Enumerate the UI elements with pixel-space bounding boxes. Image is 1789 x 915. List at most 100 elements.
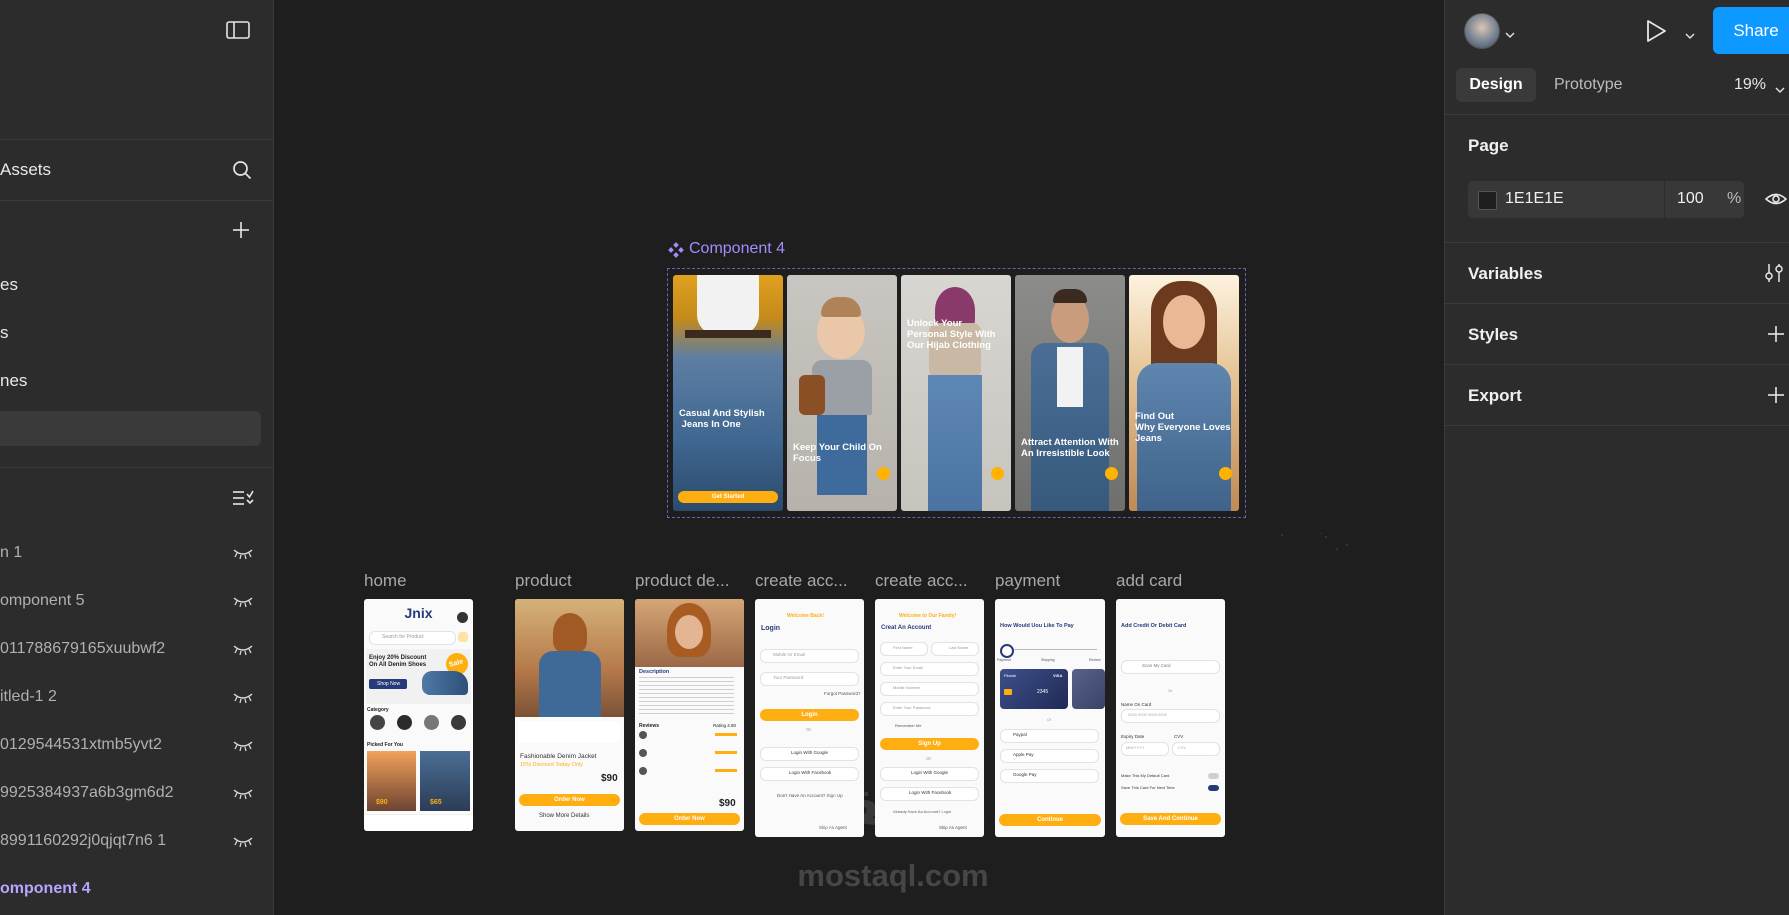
category-item[interactable] xyxy=(451,715,466,730)
variant-selector[interactable] xyxy=(519,721,620,743)
avatar[interactable] xyxy=(457,612,468,623)
frame-label-signup[interactable]: create acc... xyxy=(875,571,968,591)
chevron-down-icon[interactable] xyxy=(1775,81,1785,94)
frame-label-product[interactable]: product xyxy=(515,571,572,591)
layer-row[interactable]: 9925384937a6b3gm6d2 xyxy=(0,772,273,816)
product-screen[interactable]: Fashionable Denim Jacket 15% Discount To… xyxy=(515,599,624,831)
play-icon[interactable] xyxy=(1645,19,1667,43)
page-item[interactable]: es xyxy=(0,275,18,295)
card-bank: Fibank xyxy=(1004,673,1017,678)
tab-design[interactable]: Design xyxy=(1456,68,1536,102)
layer-row[interactable]: 011788679165xuubwf2 xyxy=(0,628,273,672)
credit-card-2[interactable] xyxy=(1072,669,1105,709)
hidden-eye-icon[interactable] xyxy=(233,594,253,608)
add-page-icon[interactable] xyxy=(232,221,250,239)
continue-button[interactable]: Continue xyxy=(999,814,1101,826)
sidebar-toggle-icon[interactable] xyxy=(226,21,250,39)
page-opacity[interactable]: 100 xyxy=(1677,190,1704,208)
name-on-card-label: Name On Card xyxy=(1121,702,1152,707)
export-section[interactable]: Export xyxy=(1468,386,1522,406)
picked-heading: Picked For You xyxy=(367,742,403,748)
hidden-eye-icon[interactable] xyxy=(233,690,253,704)
home-screen[interactable]: Jnix Search for Product Enjoy 20% Discou… xyxy=(364,599,473,831)
onboarding-panel-3[interactable]: Unlock Your Personal Style With Our Hija… xyxy=(901,275,1011,511)
layer-row[interactable]: 8991160292j0qjqt7n6 1 xyxy=(0,820,273,864)
component-label[interactable]: Component 4 xyxy=(689,240,785,258)
onboarding-panel-5[interactable]: Find Out Why Everyone Loves Jeans xyxy=(1129,275,1239,511)
forgot-password-link[interactable]: Forgot Password? xyxy=(824,691,861,696)
signup-title: Creat An Account xyxy=(881,625,932,631)
chevron-down-icon[interactable] xyxy=(1505,26,1515,39)
page-item[interactable]: nes xyxy=(0,371,27,391)
chevron-down-icon[interactable] xyxy=(1685,27,1695,40)
page-item-selected[interactable] xyxy=(0,411,261,446)
category-item[interactable] xyxy=(397,715,412,730)
frame-label-product-detail[interactable]: product de... xyxy=(635,571,730,591)
tab-prototype[interactable]: Prototype xyxy=(1554,76,1622,94)
hidden-eye-icon[interactable] xyxy=(233,642,253,656)
next-button[interactable] xyxy=(1219,467,1232,480)
product-detail-screen[interactable]: Description Reviews Rating 4.80 $90 Orde… xyxy=(635,599,744,831)
color-swatch[interactable] xyxy=(1478,191,1497,210)
layers-menu-icon[interactable] xyxy=(232,489,254,507)
or-divider: Or xyxy=(806,727,811,732)
zoom-level[interactable]: 19% xyxy=(1734,76,1766,94)
product-card[interactable] xyxy=(367,751,416,811)
layer-row[interactable]: n 1 xyxy=(0,532,273,576)
next-button[interactable] xyxy=(991,467,1004,480)
onboarding-panel-4[interactable]: Attract Attention With An Irresistible L… xyxy=(1015,275,1125,511)
visibility-icon[interactable] xyxy=(1764,190,1788,208)
layer-row[interactable]: itled-1 2 xyxy=(0,676,273,720)
bottom-nav[interactable] xyxy=(364,814,473,831)
add-export-icon[interactable] xyxy=(1767,386,1785,404)
hidden-eye-icon[interactable] xyxy=(233,786,253,800)
variables-icon[interactable] xyxy=(1763,263,1785,283)
category-heading: Category xyxy=(367,707,389,713)
layer-row[interactable]: omponent 5 xyxy=(0,580,273,624)
hidden-eye-icon[interactable] xyxy=(233,546,253,560)
add-card-title: Add Credit Or Debit Card xyxy=(1121,623,1187,629)
show-details-button[interactable]: Show More Details xyxy=(539,813,589,819)
user-avatar[interactable] xyxy=(1464,13,1500,49)
login-button[interactable]: Login xyxy=(760,709,859,721)
next-button[interactable] xyxy=(877,467,890,480)
next-button[interactable] xyxy=(1105,467,1118,480)
save-card-toggle[interactable]: Save This Card For Next Time xyxy=(1121,785,1175,790)
onboarding-panel-1[interactable]: Casual And Stylish Jeans In One Get Star… xyxy=(673,275,783,511)
order-now-button[interactable]: Order Now xyxy=(639,813,740,825)
product-title: Fashionable Denim Jacket xyxy=(520,753,597,760)
share-button[interactable]: Share xyxy=(1713,7,1789,54)
page-color-hex[interactable]: 1E1E1E xyxy=(1505,190,1564,208)
product-card[interactable] xyxy=(420,751,470,811)
remember-me-toggle[interactable]: Remember Me xyxy=(895,723,921,728)
welcome-text: Welcome to Our Family! xyxy=(899,613,957,619)
layer-row[interactable]: 0129544531xtmb5yvt2 xyxy=(0,724,273,768)
search-icon[interactable] xyxy=(232,160,252,180)
payment-screen[interactable]: How Would Uou Like To Pay Payment Shippi… xyxy=(995,599,1105,837)
onboarding-panel-2[interactable]: Keep Your Child On Focus xyxy=(787,275,897,511)
product-price: $90 xyxy=(601,773,618,784)
assets-tab[interactable]: Assets xyxy=(0,160,51,180)
filter-icon[interactable] xyxy=(458,632,468,642)
frame-label-home[interactable]: home xyxy=(364,571,407,591)
get-started-button[interactable]: Get Started xyxy=(678,491,778,503)
password-placeholder: Enter Your Password xyxy=(893,705,931,710)
frame-label-payment[interactable]: payment xyxy=(995,571,1060,591)
variables-section[interactable]: Variables xyxy=(1468,264,1543,284)
styles-section[interactable]: Styles xyxy=(1468,325,1518,345)
default-card-toggle[interactable]: Make This My Default Card xyxy=(1121,773,1169,778)
category-item[interactable] xyxy=(370,715,385,730)
frame-label-add-card[interactable]: add card xyxy=(1116,571,1182,591)
layer-row[interactable]: omponent 4 xyxy=(0,868,273,912)
add-style-icon[interactable] xyxy=(1767,325,1785,343)
order-now-button[interactable]: Order Now xyxy=(519,794,620,806)
hidden-eye-icon[interactable] xyxy=(233,738,253,752)
category-item[interactable] xyxy=(424,715,439,730)
product-price: $65 xyxy=(430,799,442,806)
hidden-eye-icon[interactable] xyxy=(233,834,253,848)
page-item[interactable]: s xyxy=(0,323,9,343)
signup-button[interactable]: Sign Up xyxy=(880,738,979,750)
add-card-screen[interactable]: Add Credit Or Debit Card Scan My Card Or… xyxy=(1116,599,1225,837)
frame-label-login[interactable]: create acc... xyxy=(755,571,848,591)
save-continue-button[interactable]: Save And Continue xyxy=(1120,813,1221,825)
